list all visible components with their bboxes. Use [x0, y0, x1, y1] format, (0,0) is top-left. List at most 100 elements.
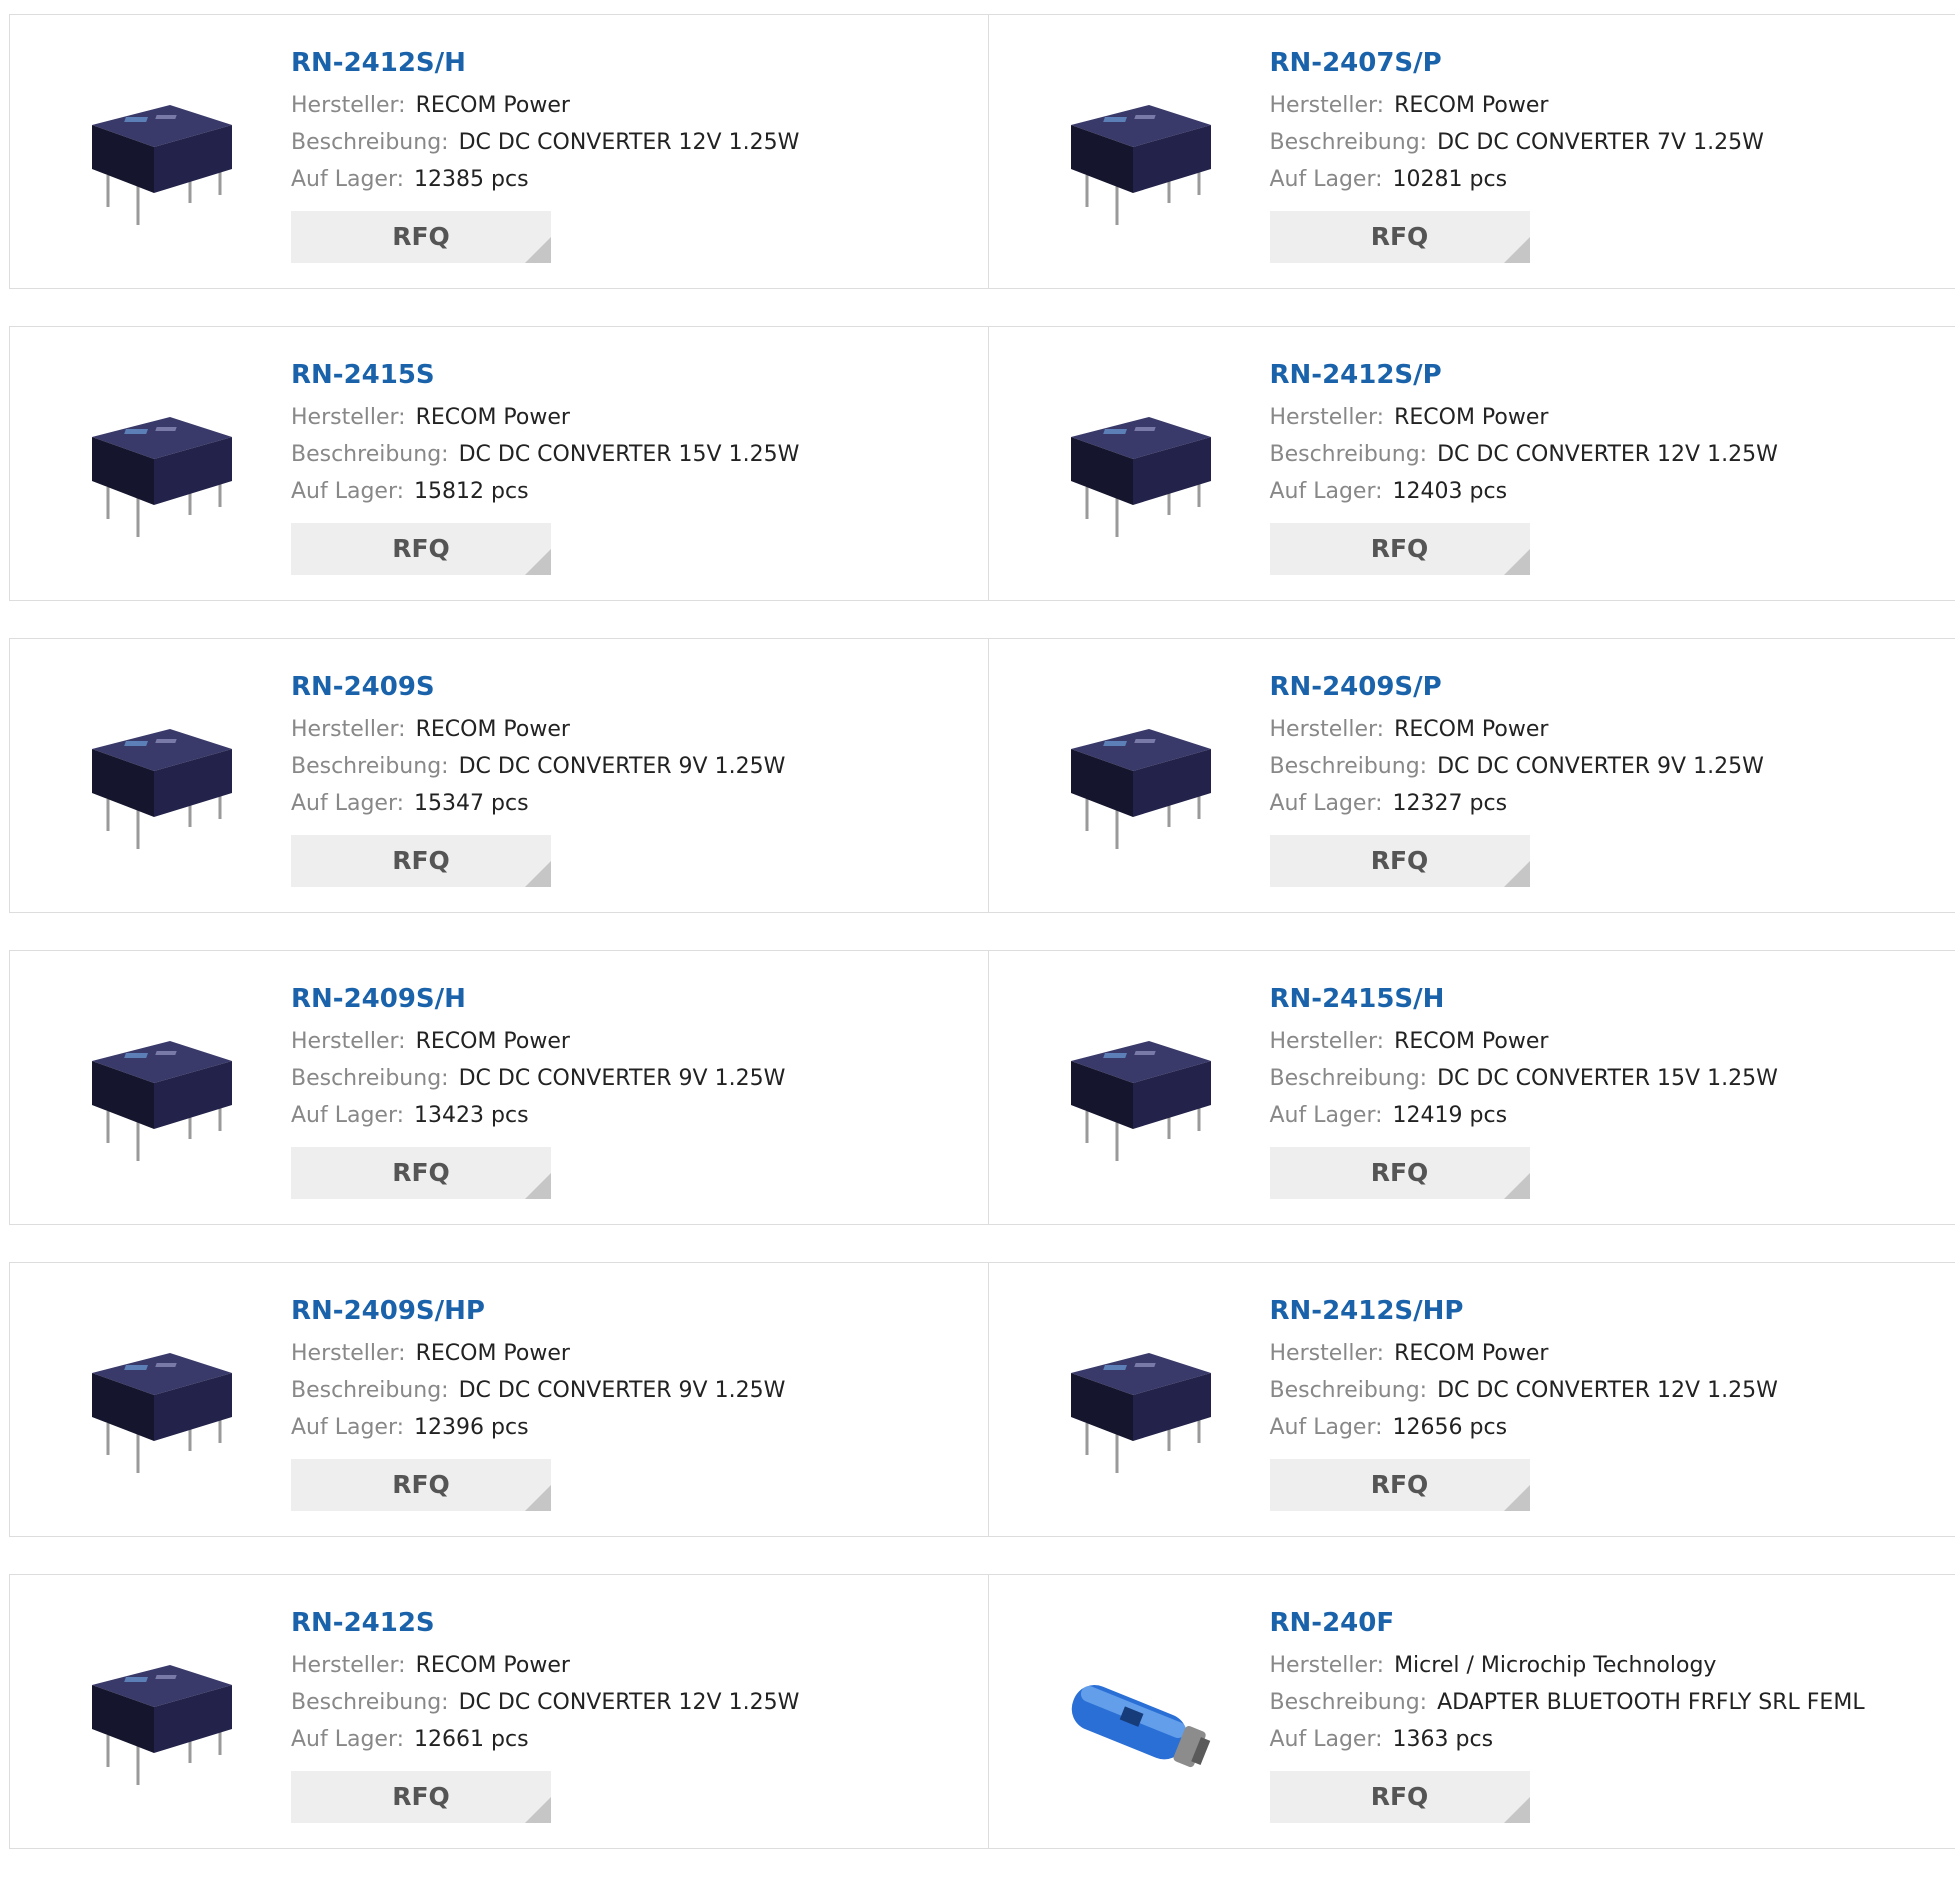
- rfq-button[interactable]: RFQ: [1270, 523, 1530, 575]
- description-row: Beschreibung:DC DC CONVERTER 9V 1.25W: [1270, 748, 1946, 785]
- rfq-button[interactable]: RFQ: [1270, 1771, 1530, 1823]
- product-info: RN-2415S/H Hersteller:RECOM Power Beschr…: [1270, 981, 1946, 1199]
- description-row: Beschreibung: DC DC CONVERTER 12V 1.25W: [291, 1684, 978, 1721]
- corner-triangle-icon: [525, 237, 551, 263]
- stock-value: 12403 pcs: [1393, 479, 1508, 504]
- product-row: RN-2412S/H Hersteller:RECOM Power Beschr…: [9, 14, 1955, 289]
- manufacturer-value: RECOM Power: [1394, 1341, 1548, 1366]
- part-number-link[interactable]: RN-2412S/P: [1270, 357, 1442, 393]
- dc-converter-module-icon: [1059, 95, 1219, 235]
- part-number-link[interactable]: RN-2412S/HP: [1270, 1293, 1464, 1329]
- product-image[interactable]: [80, 407, 240, 547]
- rfq-button-label: RFQ: [392, 534, 450, 563]
- rfq-button[interactable]: RFQ: [291, 835, 551, 887]
- description-label: Beschreibung:: [291, 1378, 449, 1403]
- part-number-link[interactable]: RN-2415S/H: [1270, 981, 1445, 1017]
- product-image[interactable]: [1059, 407, 1219, 547]
- manufacturer-row: Hersteller:Micrel / Microchip Technology: [1270, 1647, 1946, 1684]
- stock-row: Auf Lager:10281 pcs: [1270, 161, 1946, 198]
- part-number-link[interactable]: RN-2407S/P: [1270, 45, 1442, 81]
- part-number-link[interactable]: RN-240F: [1270, 1605, 1395, 1641]
- product-card: RN-2409S Hersteller:RECOM Power Beschrei…: [10, 639, 988, 912]
- stock-row: Auf Lager:12403 pcs: [1270, 473, 1946, 510]
- product-card: RN-240F Hersteller:Micrel / Microchip Te…: [988, 1575, 1955, 1848]
- description-value: DC DC CONVERTER 12V 1.25W: [459, 1690, 800, 1715]
- manufacturer-value: RECOM Power: [416, 717, 570, 742]
- rfq-button[interactable]: RFQ: [291, 1147, 551, 1199]
- description-value: DC DC CONVERTER 12V 1.25W: [459, 130, 800, 155]
- stock-value: 12656 pcs: [1393, 1415, 1508, 1440]
- stock-row: Auf Lager: 12656 pcs: [1270, 1409, 1946, 1446]
- description-value: DC DC CONVERTER 7V 1.25W: [1437, 130, 1764, 155]
- product-image[interactable]: [80, 1031, 240, 1171]
- product-info: RN-2409S/HP Hersteller:RECOM Power Besch…: [291, 1293, 978, 1511]
- part-number-link[interactable]: RN-2409S: [291, 669, 435, 705]
- dc-converter-module-icon: [1059, 407, 1219, 547]
- manufacturer-row: Hersteller:RECOM Power: [1270, 1023, 1946, 1060]
- stock-label: Auf Lager:: [1270, 1415, 1383, 1440]
- product-image[interactable]: [1059, 95, 1219, 235]
- stock-label: Auf Lager:: [1270, 1727, 1383, 1752]
- product-image[interactable]: [1059, 1655, 1219, 1795]
- description-row: Beschreibung:DC DC CONVERTER 12V 1.25W: [1270, 436, 1946, 473]
- stock-value: 12419 pcs: [1393, 1103, 1508, 1128]
- rfq-button[interactable]: RFQ: [1270, 1147, 1530, 1199]
- product-card: RN-2412S/H Hersteller:RECOM Power Beschr…: [10, 15, 988, 288]
- product-image[interactable]: [1059, 1343, 1219, 1483]
- product-image[interactable]: [80, 1343, 240, 1483]
- rfq-button[interactable]: RFQ: [1270, 1459, 1530, 1511]
- corner-triangle-icon: [525, 1485, 551, 1511]
- part-number-link[interactable]: RN-2409S/HP: [291, 1293, 485, 1329]
- part-number-link[interactable]: RN-2412S: [291, 1605, 435, 1641]
- product-image[interactable]: [80, 1655, 240, 1795]
- description-value: DC DC CONVERTER 15V 1.25W: [459, 442, 800, 467]
- description-row: Beschreibung:DC DC CONVERTER 7V 1.25W: [1270, 124, 1946, 161]
- rfq-button[interactable]: RFQ: [291, 1459, 551, 1511]
- stock-label: Auf Lager:: [291, 1103, 404, 1128]
- rfq-button-label: RFQ: [392, 1470, 450, 1499]
- description-row: Beschreibung:ADAPTER BLUETOOTH FRFLY SRL…: [1270, 1684, 1946, 1721]
- product-card: RN-2407S/P Hersteller:RECOM Power Beschr…: [988, 15, 1955, 288]
- manufacturer-label: Hersteller:: [291, 717, 406, 742]
- product-image[interactable]: [80, 95, 240, 235]
- description-value: DC DC CONVERTER 9V 1.25W: [459, 754, 786, 779]
- stock-label: Auf Lager:: [1270, 791, 1383, 816]
- product-row: RN-2409S/H Hersteller:RECOM Power Beschr…: [9, 950, 1955, 1225]
- description-label: Beschreibung:: [1270, 1378, 1428, 1403]
- part-number-link[interactable]: RN-2415S: [291, 357, 435, 393]
- manufacturer-row: Hersteller:RECOM Power: [291, 87, 978, 124]
- manufacturer-label: Hersteller:: [1270, 93, 1385, 118]
- product-image[interactable]: [80, 719, 240, 859]
- rfq-button[interactable]: RFQ: [1270, 211, 1530, 263]
- manufacturer-value: RECOM Power: [416, 1341, 570, 1366]
- product-grid: RN-2412S/H Hersteller:RECOM Power Beschr…: [9, 14, 1955, 1886]
- corner-triangle-icon: [1504, 1797, 1530, 1823]
- stock-row: Auf Lager:12661 pcs: [291, 1721, 978, 1758]
- product-row: RN-2409S Hersteller: RECOM Power Beschrei…: [9, 638, 1955, 913]
- rfq-button-label: RFQ: [392, 1158, 450, 1187]
- product-image[interactable]: [1059, 1031, 1219, 1171]
- corner-triangle-icon: [1504, 1173, 1530, 1199]
- product-info: RN-2412S Hersteller:RECOM Power Beschrei…: [291, 1605, 978, 1823]
- product-image[interactable]: [1059, 719, 1219, 859]
- description-row: Beschreibung:DC DC CONVERTER 12V 1.25W: [291, 124, 978, 161]
- product-info: RN-2412S/H Hersteller:RECOM Power Beschr…: [291, 45, 978, 263]
- rfq-button[interactable]: RFQ: [291, 1771, 551, 1823]
- product-card: RN-2412S/HP Hersteller:RECOM Power Besch…: [988, 1263, 1955, 1536]
- rfq-button[interactable]: RFQ: [291, 211, 551, 263]
- manufacturer-label: Hersteller:: [1270, 1029, 1385, 1054]
- part-number-link[interactable]: RN-2412S/H: [291, 45, 466, 81]
- description-label: Beschreibung:: [291, 1690, 449, 1715]
- rfq-button-label: RFQ: [1371, 222, 1429, 251]
- stock-value: 10281 pcs: [1393, 167, 1508, 192]
- rfq-button[interactable]: RFQ: [1270, 835, 1530, 887]
- description-value: ADAPTER BLUETOOTH FRFLY SRL FEML: [1437, 1690, 1865, 1715]
- description-value: DC DC CONVERTER 12V 1.25W: [1437, 1378, 1778, 1403]
- rfq-button[interactable]: RFQ: [291, 523, 551, 575]
- part-number-link[interactable]: RN-2409S/P: [1270, 669, 1442, 705]
- stock-label: Auf Lager:: [291, 1727, 404, 1752]
- part-number-link[interactable]: RN-2409S/H: [291, 981, 466, 1017]
- rfq-button-label: RFQ: [392, 222, 450, 251]
- stock-value: 12396 pcs: [414, 1415, 529, 1440]
- stock-label: Auf Lager:: [291, 167, 404, 192]
